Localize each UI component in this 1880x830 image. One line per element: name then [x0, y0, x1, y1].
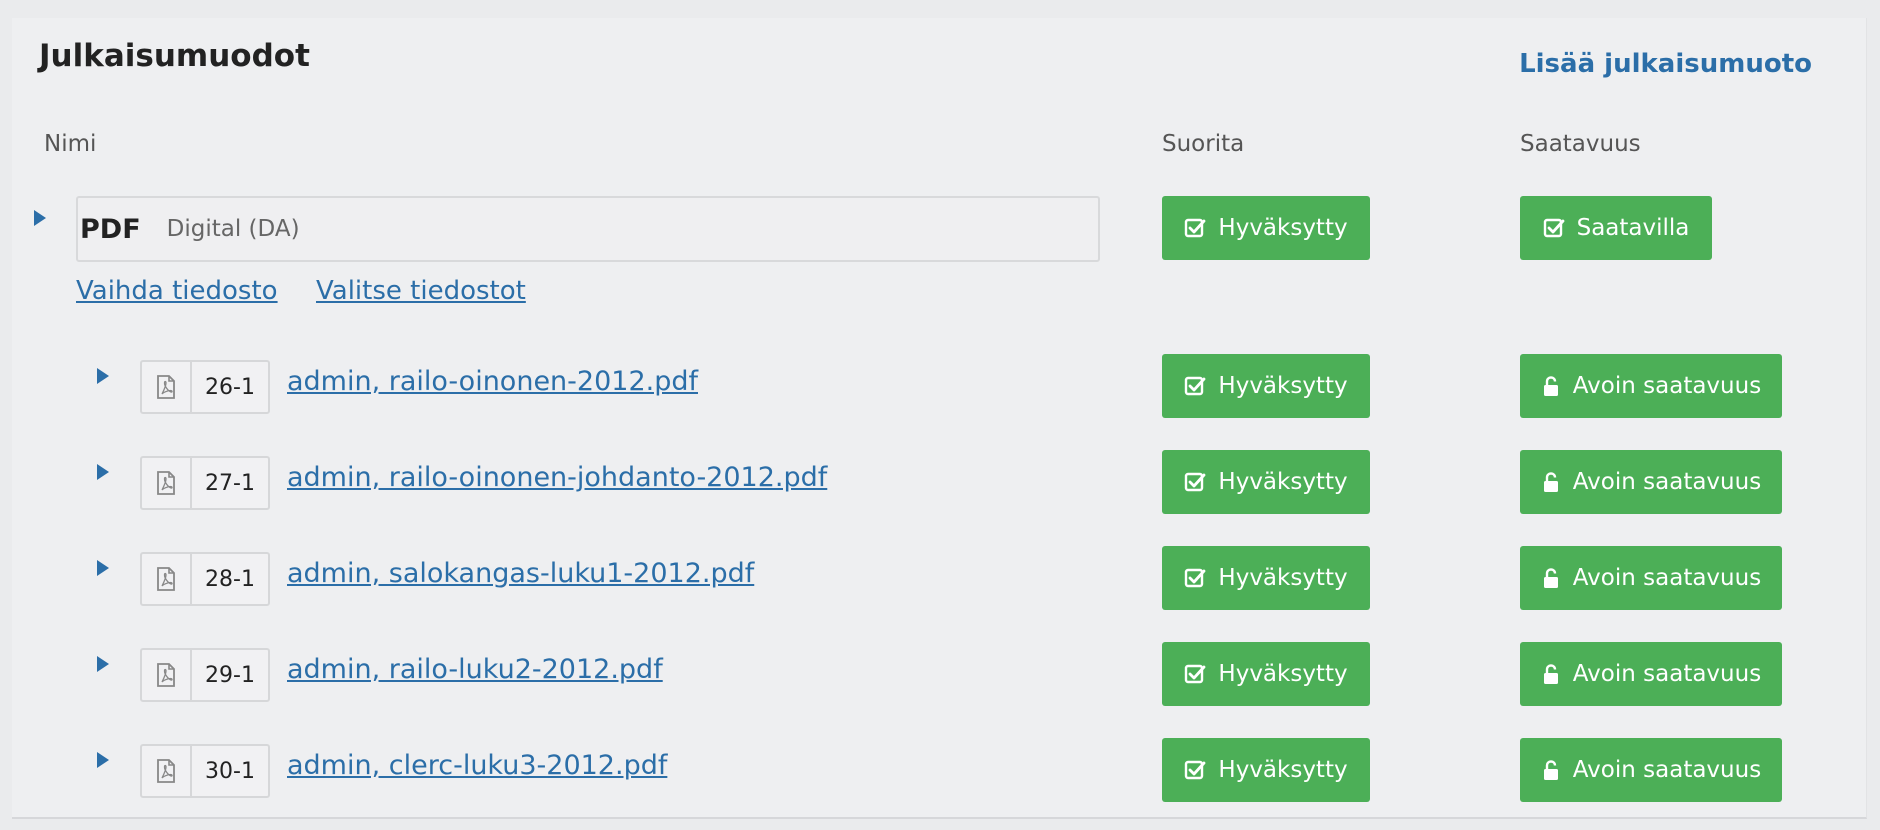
column-header-run: Suorita	[1162, 131, 1245, 157]
file-expander-icon[interactable]	[97, 656, 109, 672]
file-chip: 30-1	[140, 744, 270, 798]
file-name-link[interactable]: admin, railo-oinonen-johdanto-2012.pdf	[287, 462, 827, 493]
select-files-link[interactable]: Valitse tiedostot	[316, 276, 526, 306]
file-open-access-button[interactable]: Avoin saatavuus	[1520, 450, 1782, 514]
pdf-file-icon	[142, 650, 192, 700]
file-open-access-button[interactable]: Avoin saatavuus	[1520, 738, 1782, 802]
file-chip: 29-1	[140, 648, 270, 702]
file-expander-icon[interactable]	[97, 560, 109, 576]
unlock-icon	[1541, 471, 1561, 493]
format-expander-icon[interactable]	[34, 210, 46, 226]
file-chip: 28-1	[140, 552, 270, 606]
file-approved-button[interactable]: Hyväksytty	[1162, 738, 1370, 802]
file-name-link[interactable]: admin, salokangas-luku1-2012.pdf	[287, 558, 754, 589]
check-square-icon	[1184, 663, 1206, 685]
file-expander-icon[interactable]	[97, 752, 109, 768]
format-approved-button[interactable]: Hyväksytty	[1162, 196, 1370, 260]
pdf-file-icon	[142, 362, 192, 412]
file-chip: 27-1	[140, 456, 270, 510]
unlock-icon	[1541, 759, 1561, 781]
file-open-access-label: Avoin saatavuus	[1572, 565, 1762, 591]
file-open-access-label: Avoin saatavuus	[1572, 469, 1762, 495]
add-publication-format-link[interactable]: Lisää julkaisumuoto	[1519, 49, 1812, 79]
file-id: 29-1	[205, 662, 255, 688]
check-square-icon	[1184, 567, 1206, 589]
pdf-file-icon	[142, 458, 192, 508]
check-square-icon	[1184, 471, 1206, 493]
file-id: 27-1	[205, 470, 255, 496]
file-name-link[interactable]: admin, railo-oinonen-2012.pdf	[287, 366, 698, 397]
file-id: 30-1	[205, 758, 255, 784]
file-open-access-button[interactable]: Avoin saatavuus	[1520, 354, 1782, 418]
check-square-icon	[1184, 759, 1206, 781]
file-chip: 26-1	[140, 360, 270, 414]
column-header-name: Nimi	[44, 131, 97, 157]
check-square-icon	[1184, 217, 1206, 239]
check-square-icon	[1184, 375, 1206, 397]
file-id: 26-1	[205, 374, 255, 400]
format-approved-label: Hyväksytty	[1218, 215, 1348, 241]
unlock-icon	[1541, 375, 1561, 397]
file-expander-icon[interactable]	[97, 368, 109, 384]
file-approved-button[interactable]: Hyväksytty	[1162, 642, 1370, 706]
pdf-file-icon	[142, 746, 192, 796]
page-title: Julkaisumuodot	[39, 38, 310, 74]
file-id: 28-1	[205, 566, 255, 592]
format-row[interactable]: PDF Digital (DA)	[76, 196, 1100, 262]
file-expander-icon[interactable]	[97, 464, 109, 480]
file-open-access-button[interactable]: Avoin saatavuus	[1520, 642, 1782, 706]
file-approved-button[interactable]: Hyväksytty	[1162, 546, 1370, 610]
file-open-access-button[interactable]: Avoin saatavuus	[1520, 546, 1782, 610]
file-name-link[interactable]: admin, railo-luku2-2012.pdf	[287, 654, 663, 685]
unlock-icon	[1541, 567, 1561, 589]
format-availability-label: Saatavilla	[1576, 215, 1690, 241]
pdf-file-icon	[142, 554, 192, 604]
file-approved-label: Hyväksytty	[1218, 565, 1348, 591]
column-header-availability: Saatavuus	[1520, 131, 1641, 157]
file-approved-label: Hyväksytty	[1218, 661, 1348, 687]
file-approved-label: Hyväksytty	[1218, 757, 1348, 783]
file-open-access-label: Avoin saatavuus	[1572, 757, 1762, 783]
format-availability-button[interactable]: Saatavilla	[1520, 196, 1712, 260]
file-approved-button[interactable]: Hyväksytty	[1162, 450, 1370, 514]
format-name: PDF	[80, 213, 141, 245]
file-approved-button[interactable]: Hyväksytty	[1162, 354, 1370, 418]
unlock-icon	[1541, 663, 1561, 685]
file-name-link[interactable]: admin, clerc-luku3-2012.pdf	[287, 750, 667, 781]
check-square-icon	[1543, 217, 1565, 239]
file-approved-label: Hyväksytty	[1218, 373, 1348, 399]
format-type: Digital (DA)	[166, 216, 300, 242]
file-approved-label: Hyväksytty	[1218, 469, 1348, 495]
file-open-access-label: Avoin saatavuus	[1572, 373, 1762, 399]
file-open-access-label: Avoin saatavuus	[1572, 661, 1762, 687]
change-file-link[interactable]: Vaihda tiedosto	[76, 276, 278, 306]
